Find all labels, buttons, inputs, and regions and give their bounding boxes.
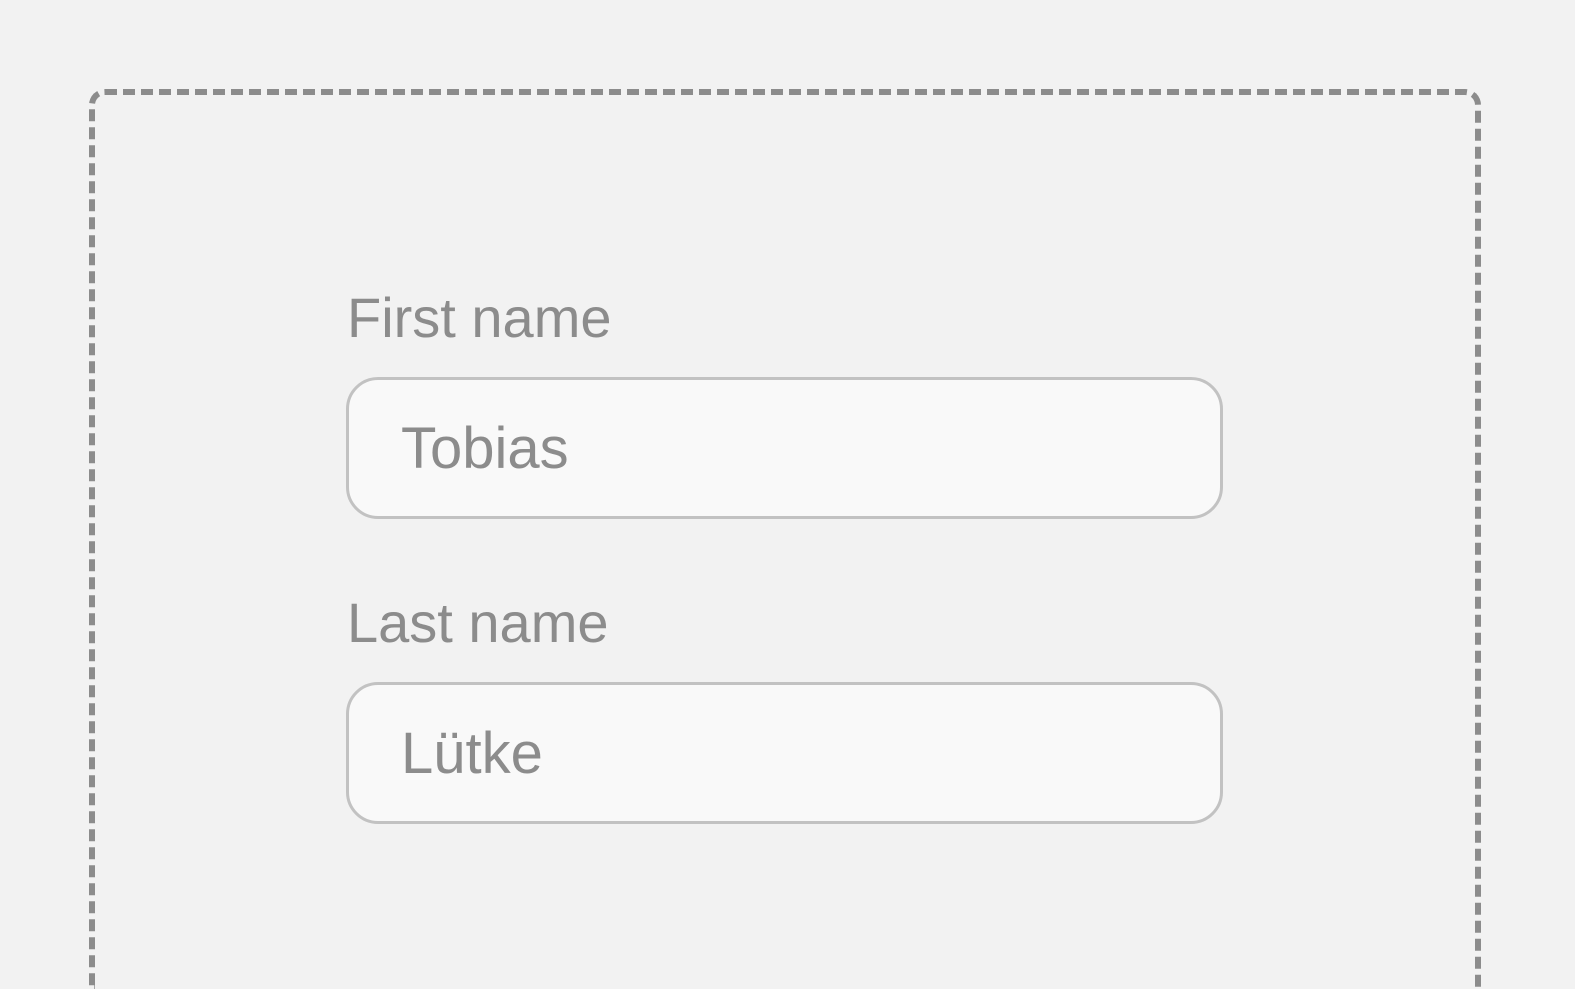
last-name-label: Last name — [347, 591, 609, 654]
first-name-input[interactable] — [346, 377, 1223, 519]
last-name-input[interactable] — [346, 682, 1223, 824]
form-container-dashed-frame — [89, 89, 1481, 989]
first-name-label: First name — [347, 286, 612, 349]
